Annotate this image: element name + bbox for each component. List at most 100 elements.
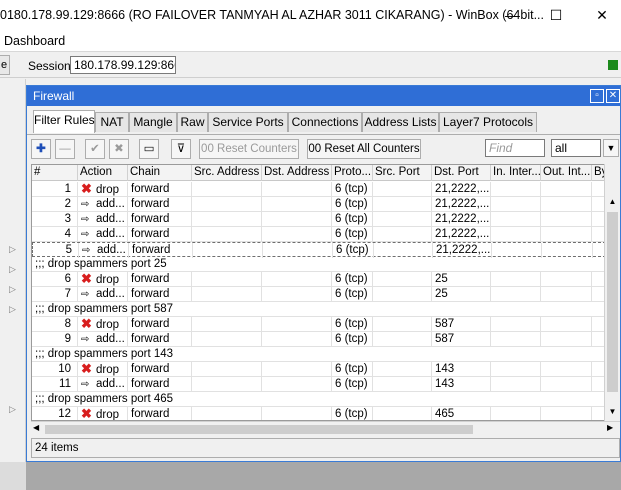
add-to-list-icon: ⇨: [82, 245, 91, 256]
rule-src-address: [192, 197, 262, 212]
table-row[interactable]: 2 ⇨ add... forward 6 (tcp) 21,2222,...: [32, 197, 606, 212]
rule-out-interface: [541, 317, 592, 332]
firewall-titlebar[interactable]: Firewall ▫ ✕: [27, 86, 620, 106]
rule-comment[interactable]: ;;; drop spammers port 25: [32, 257, 606, 272]
rule-out-interface: [541, 212, 592, 227]
rule-out-interface: [541, 332, 592, 347]
rule-in-interface: [491, 377, 541, 392]
rule-comment[interactable]: ;;; drop spammers port 587: [32, 302, 606, 317]
column-header[interactable]: In. Inter...: [491, 165, 541, 181]
submenu-arrow-icon[interactable]: ▷: [9, 264, 16, 275]
table-row[interactable]: 7 ⇨ add... forward 6 (tcp) 25: [32, 287, 606, 302]
left-menu-pane: ▷ ▷ ▷ ▷ ▷: [0, 79, 26, 462]
find-input[interactable]: Find: [485, 139, 545, 157]
table-row[interactable]: 5 ⇨ add... forward 6 (tcp) 21,2222,...: [32, 242, 606, 258]
table-row[interactable]: 1 ✖ drop forward 6 (tcp) 21,2222,...: [32, 182, 606, 197]
disable-icon[interactable]: ✖: [109, 139, 129, 159]
table-row[interactable]: 6 ✖ drop forward 6 (tcp) 25: [32, 272, 606, 287]
filter-icon[interactable]: ⊽: [171, 139, 191, 159]
rule-chain: forward: [128, 362, 192, 377]
tab-mangle[interactable]: Mangle: [129, 112, 177, 132]
tab-address-lists[interactable]: Address Lists: [362, 112, 439, 132]
scroll-right-icon[interactable]: ▶: [607, 423, 613, 432]
add-icon[interactable]: ✚: [31, 139, 51, 159]
rule-protocol-text: 6 (tcp): [335, 198, 368, 210]
tab-raw[interactable]: Raw: [177, 112, 208, 132]
rule-chain: forward: [128, 197, 192, 212]
submenu-arrow-icon[interactable]: ▷: [9, 284, 16, 295]
menu-item-dashboard[interactable]: Dashboard: [4, 34, 65, 48]
rule-protocol-text: 6 (tcp): [335, 213, 368, 225]
submenu-arrow-icon[interactable]: ▷: [9, 404, 16, 415]
rule-action-text: add...: [96, 213, 125, 225]
column-header[interactable]: Dst. Port: [432, 165, 491, 181]
table-row[interactable]: 3 ⇨ add... forward 6 (tcp) 21,2222,...: [32, 212, 606, 227]
rule-comment[interactable]: ;;; drop spammers port 143: [32, 347, 606, 362]
table-row[interactable]: 12 ✖ drop forward 6 (tcp) 465: [32, 407, 606, 421]
rule-out-interface: [541, 362, 592, 377]
table-row[interactable]: 10 ✖ drop forward 6 (tcp) 143: [32, 362, 606, 377]
submenu-arrow-icon[interactable]: ▷: [9, 244, 16, 255]
scroll-left-icon[interactable]: ◀: [33, 423, 39, 432]
table-row[interactable]: 11 ⇨ add... forward 6 (tcp) 143: [32, 377, 606, 392]
scroll-up-icon[interactable]: ▲: [605, 194, 620, 209]
column-header[interactable]: Src. Port: [373, 165, 432, 181]
rule-dst-port: 465: [432, 407, 491, 420]
close-icon[interactable]: ✕: [590, 4, 614, 26]
toolbar-button-partial[interactable]: e: [0, 55, 10, 75]
scope-select[interactable]: all: [551, 139, 601, 157]
horizontal-scrollbar[interactable]: ◀ ▶: [31, 421, 620, 437]
column-header[interactable]: Dst. Address: [262, 165, 332, 181]
column-header[interactable]: Src. Address: [192, 165, 262, 181]
rule-chain: forward: [128, 377, 192, 392]
column-header[interactable]: Action: [78, 165, 128, 181]
rule-dst-address: [262, 362, 332, 377]
vertical-scrollbar[interactable]: ▲ ▼: [604, 164, 620, 421]
tab-nat[interactable]: NAT: [95, 112, 129, 132]
rule-src-address: [192, 317, 262, 332]
rule-number: 6: [32, 272, 78, 287]
table-header: # Action Chain Src. Address Dst. Address Prot…: [32, 165, 609, 181]
table-row[interactable]: 9 ⇨ add... forward 6 (tcp) 587: [32, 332, 606, 347]
column-header[interactable]: Chain: [128, 165, 192, 181]
tab-service-ports[interactable]: Service Ports: [208, 112, 288, 132]
session-field[interactable]: 180.178.99.129:8666: [70, 56, 176, 74]
rule-src-port: [373, 227, 432, 242]
rule-action: ✖ drop: [78, 272, 128, 287]
table-row[interactable]: 8 ✖ drop forward 6 (tcp) 587: [32, 317, 606, 332]
tab-filter-rules[interactable]: Filter Rules: [33, 110, 95, 133]
column-header[interactable]: Out. Int...: [541, 165, 592, 181]
drop-icon: ✖: [81, 407, 92, 421]
firewall-title: Firewall: [33, 89, 75, 103]
table-row[interactable]: 4 ⇨ add... forward 6 (tcp) 21,2222,...: [32, 227, 606, 242]
rule-action-text: drop: [96, 409, 120, 421]
scroll-thumb[interactable]: [45, 425, 473, 434]
reset-all-counters-button[interactable]: 00 Reset All Counters: [307, 139, 421, 159]
scroll-down-icon[interactable]: ▼: [605, 404, 620, 419]
firewall-toolbar: ✚ — ✔ ✖ ▭ ⊽ 00 Reset Counters 00 Reset A…: [27, 134, 620, 161]
restore-icon[interactable]: ▫: [590, 89, 604, 103]
enable-icon[interactable]: ✔: [85, 139, 105, 159]
submenu-arrow-icon[interactable]: ▷: [9, 304, 16, 315]
close-icon[interactable]: ✕: [606, 89, 620, 103]
drop-icon: ✖: [81, 317, 92, 331]
scroll-thumb[interactable]: [607, 212, 618, 392]
rule-action-text: add...: [96, 333, 125, 345]
column-header[interactable]: Proto...: [332, 165, 373, 181]
rule-number-text: 1: [64, 183, 71, 195]
status-bar: 24 items: [31, 438, 620, 458]
tab-layer7-protocols[interactable]: Layer7 Protocols: [439, 112, 537, 132]
rule-protocol: 6 (tcp): [332, 197, 373, 212]
tab-connections[interactable]: Connections: [288, 112, 362, 132]
rule-protocol-text: 6 (tcp): [335, 408, 368, 420]
minimize-icon[interactable]: —: [500, 4, 524, 26]
reset-counters-button[interactable]: 00 Reset Counters: [199, 139, 299, 159]
rule-comment[interactable]: ;;; drop spammers port 465: [32, 392, 606, 407]
remove-icon[interactable]: —: [55, 139, 75, 159]
chevron-down-icon[interactable]: ▼: [603, 139, 619, 157]
rule-in-interface: [491, 287, 541, 302]
maximize-icon[interactable]: ☐: [544, 4, 568, 26]
comment-icon[interactable]: ▭: [139, 139, 159, 159]
column-header[interactable]: #: [32, 165, 78, 181]
rule-dst-address: [262, 332, 332, 347]
